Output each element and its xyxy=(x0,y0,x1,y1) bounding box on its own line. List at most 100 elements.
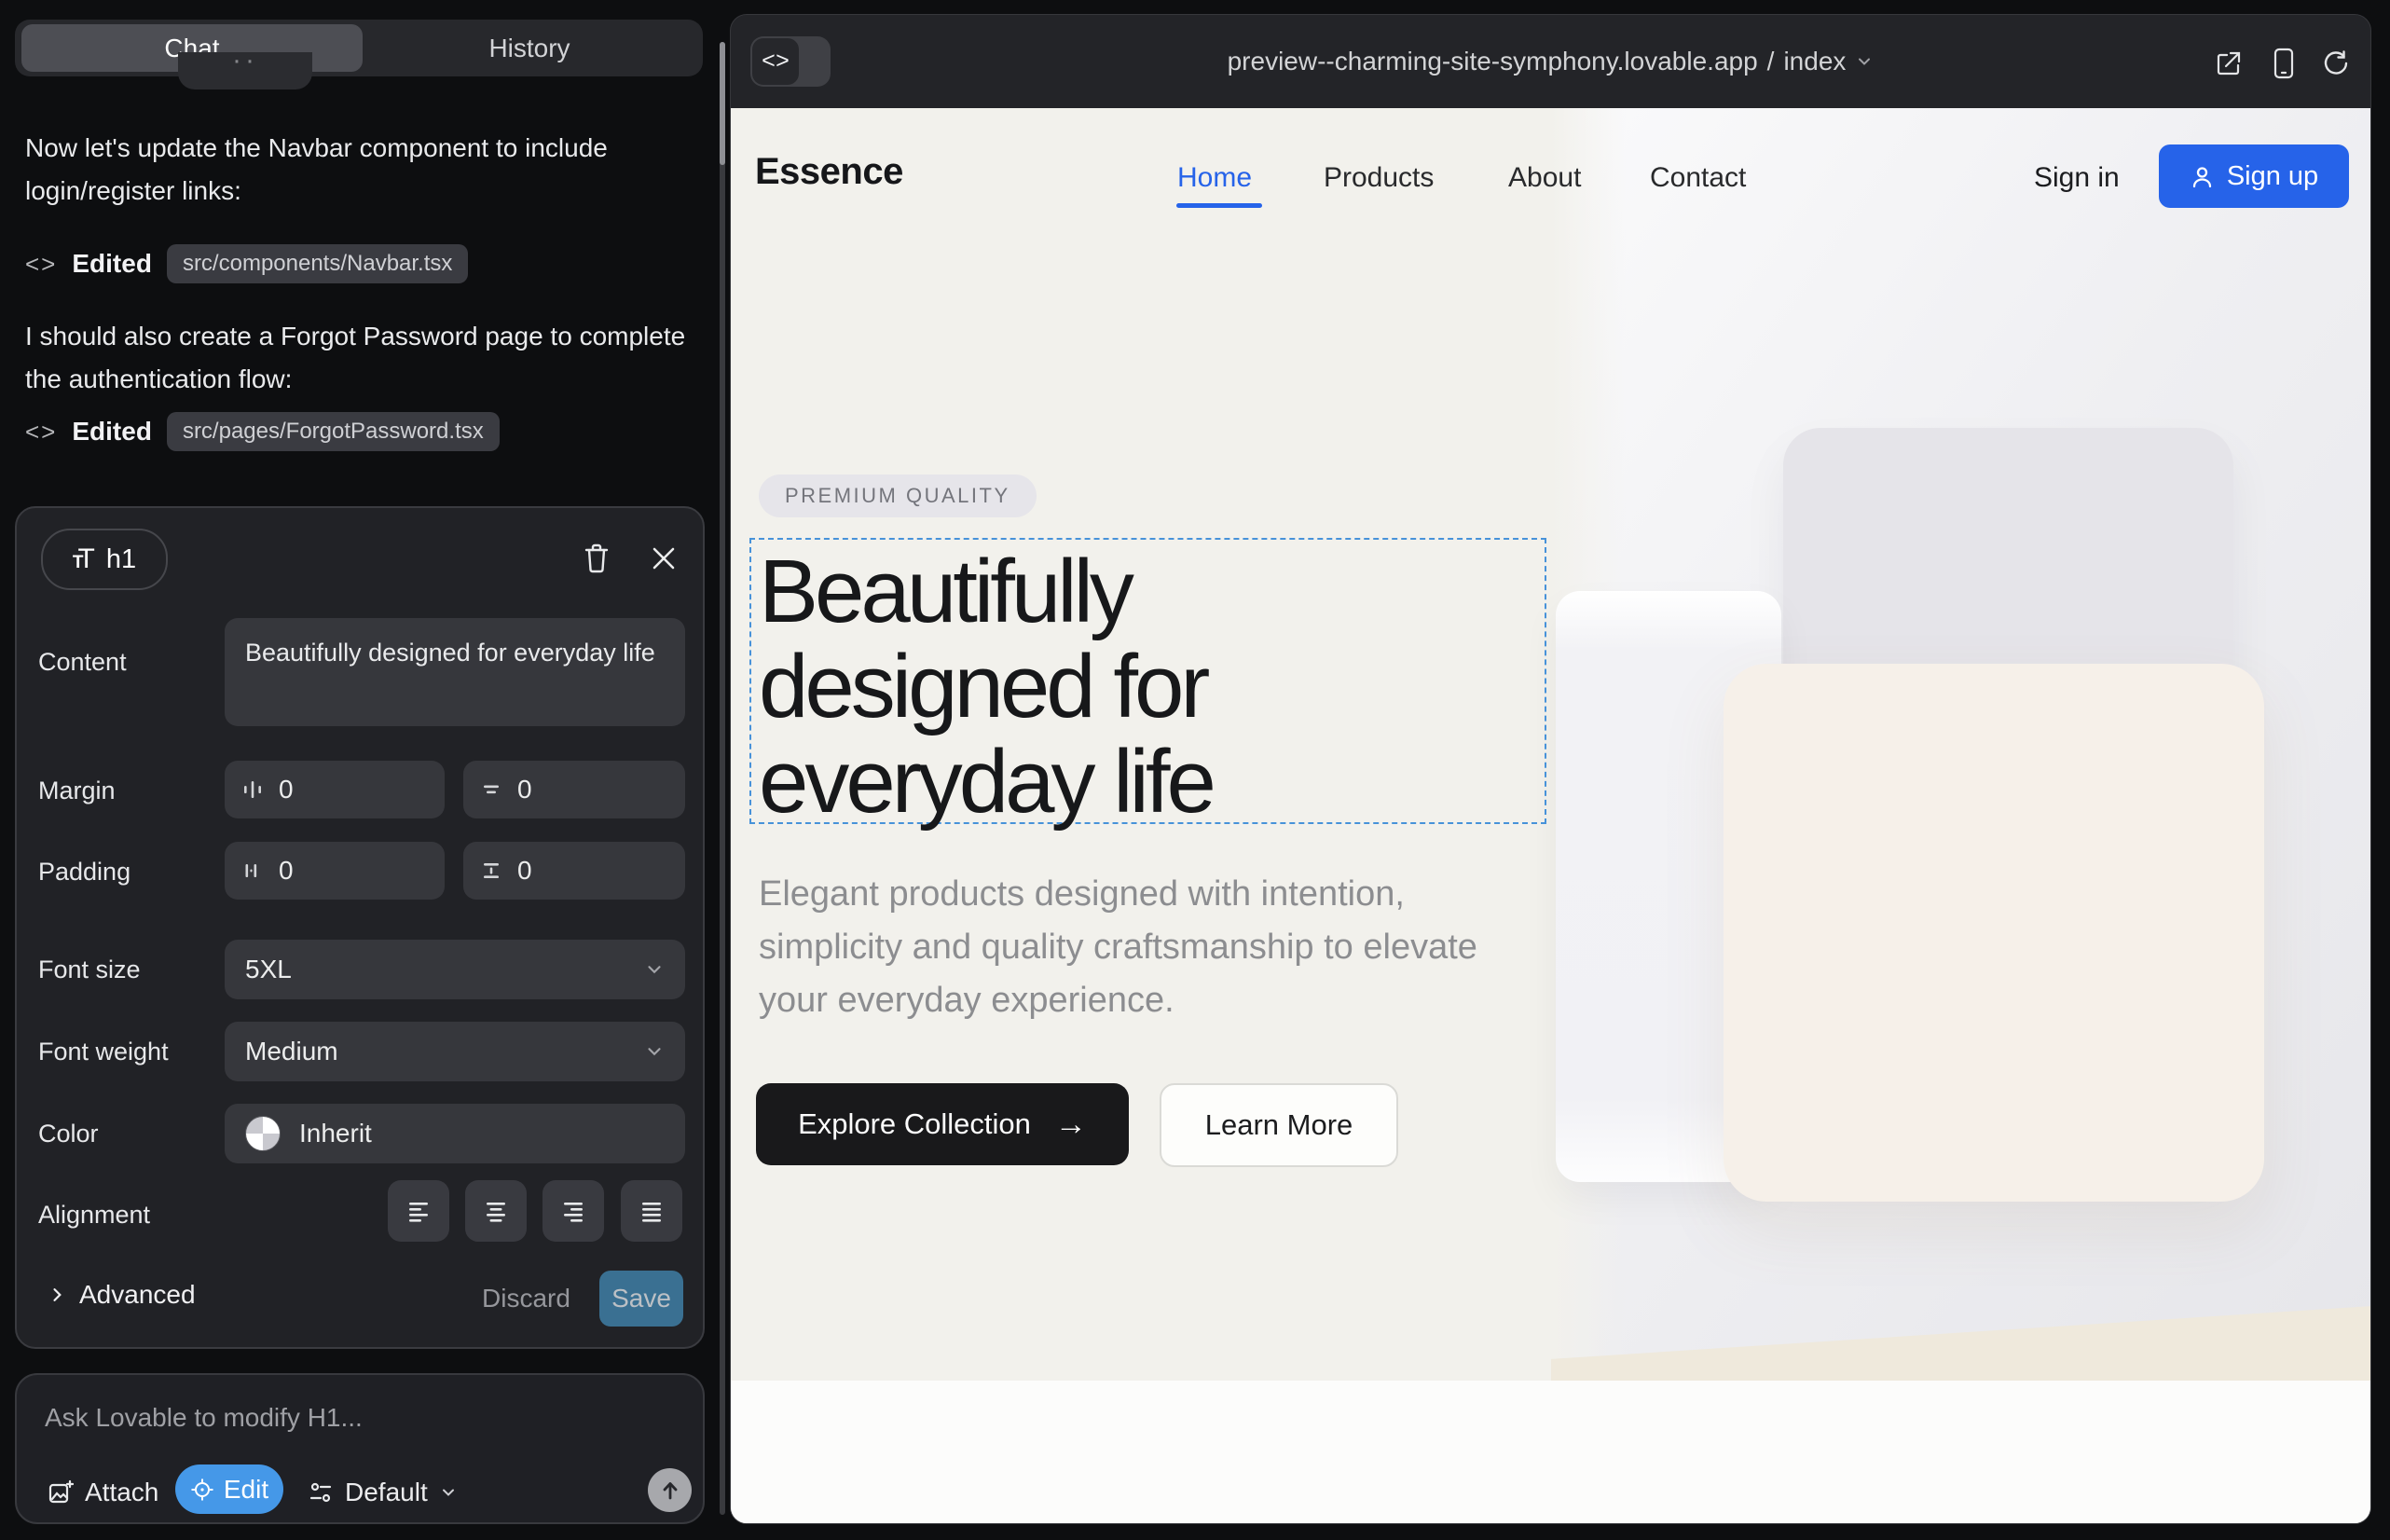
edited-label: Edited xyxy=(72,249,152,279)
file-path-chip[interactable]: src/pages/ForgotPassword.tsx xyxy=(167,412,500,451)
color-label: Color xyxy=(38,1120,99,1148)
file-path-chip[interactable]: src/components/Navbar.tsx xyxy=(167,244,468,283)
url-separator: / xyxy=(1767,47,1775,76)
font-weight-select[interactable]: Medium xyxy=(225,1022,685,1081)
user-icon xyxy=(2190,164,2215,189)
align-justify-button[interactable] xyxy=(621,1180,682,1242)
padding-vertical-icon xyxy=(480,859,502,882)
padding-x-input[interactable]: 0 xyxy=(225,842,445,900)
active-nav-underline xyxy=(1176,203,1262,208)
align-right-button[interactable] xyxy=(543,1180,604,1242)
align-center-button[interactable] xyxy=(465,1180,527,1242)
app-root: Chat History ·· Now let's update the Nav… xyxy=(0,0,2390,1540)
align-justify-icon xyxy=(638,1197,666,1225)
selected-element-pill[interactable]: TT h1 xyxy=(41,529,168,590)
margin-vertical-icon xyxy=(480,778,502,801)
align-right-icon xyxy=(559,1197,587,1225)
trash-icon xyxy=(584,543,610,573)
align-left-button[interactable] xyxy=(388,1180,449,1242)
font-size-select[interactable]: 5XL xyxy=(225,940,685,999)
content-input[interactable]: Beautifully designed for everyday life xyxy=(225,618,685,726)
arrow-right-icon: → xyxy=(1055,1107,1087,1143)
alignment-label: Alignment xyxy=(38,1201,150,1230)
mode-select[interactable]: Default xyxy=(308,1468,458,1517)
headline-line: everyday life xyxy=(759,735,1213,830)
edited-file-row: <> Edited src/pages/ForgotPassword.tsx xyxy=(25,410,500,453)
chat-scrollbar-thumb[interactable] xyxy=(720,42,725,165)
mobile-view-button[interactable] xyxy=(2269,48,2299,78)
learn-more-button[interactable]: Learn More xyxy=(1160,1083,1398,1167)
color-swatch-transparent xyxy=(245,1116,281,1151)
arrow-up-icon xyxy=(659,1479,681,1502)
advanced-toggle[interactable]: Advanced xyxy=(48,1280,196,1310)
align-left-icon xyxy=(405,1197,433,1225)
edit-mode-button[interactable]: Edit xyxy=(175,1464,283,1514)
chat-message: I should also create a Forgot Password p… xyxy=(25,315,691,401)
refresh-icon xyxy=(2322,49,2350,77)
padding-horizontal-icon xyxy=(241,859,264,882)
open-in-new-tab-button[interactable] xyxy=(2214,48,2244,78)
chevron-down-icon xyxy=(1855,52,1874,71)
chat-scrollbar-track[interactable] xyxy=(720,42,725,1515)
nav-link-products[interactable]: Products xyxy=(1324,162,1434,194)
next-section-band xyxy=(731,1381,2370,1524)
nav-link-contact[interactable]: Contact xyxy=(1650,162,1746,194)
align-center-icon xyxy=(482,1197,510,1225)
explore-collection-button[interactable]: Explore Collection → xyxy=(756,1083,1129,1165)
margin-label: Margin xyxy=(38,777,116,805)
element-editor-panel: TT h1 Content Beautifully designed for e… xyxy=(15,506,705,1349)
headline-line: designed for xyxy=(759,639,1213,735)
padding-label: Padding xyxy=(38,858,130,887)
close-editor-button[interactable] xyxy=(643,538,684,579)
tab-history[interactable]: History xyxy=(363,24,696,72)
composer-placeholder: Ask Lovable to modify H1... xyxy=(45,1403,363,1433)
save-button[interactable]: Save xyxy=(599,1271,683,1327)
url-bar[interactable]: preview--charming-site-symphony.lovable.… xyxy=(731,15,2370,108)
edited-file-row: <> Edited src/components/Navbar.tsx xyxy=(25,242,468,285)
smartphone-icon xyxy=(2273,48,2295,79)
code-icon: <> xyxy=(25,250,57,279)
code-icon: <> xyxy=(25,418,57,447)
site-logo[interactable]: Essence xyxy=(755,151,903,193)
discard-button[interactable]: Discard xyxy=(482,1284,570,1313)
text-type-icon: TT xyxy=(73,543,95,575)
page-name: index xyxy=(1783,47,1846,76)
close-icon xyxy=(652,546,676,571)
scrolled-pill-partial[interactable]: ·· xyxy=(178,52,312,89)
chevron-down-icon xyxy=(644,959,665,980)
chat-history-tabbar: Chat History xyxy=(15,20,703,76)
sign-in-link[interactable]: Sign in xyxy=(2034,162,2120,194)
margin-x-input[interactable]: 0 xyxy=(225,761,445,818)
chat-composer[interactable]: Ask Lovable to modify H1... Attach Edit xyxy=(15,1373,705,1524)
hero-subtext: Elegant products designed with intention… xyxy=(759,868,1514,1027)
chevron-right-icon xyxy=(48,1286,66,1304)
margin-horizontal-icon xyxy=(241,778,264,801)
nav-link-about[interactable]: About xyxy=(1508,162,1581,194)
sliders-icon xyxy=(308,1479,334,1506)
preview-url: preview--charming-site-symphony.lovable.… xyxy=(1228,47,1758,76)
hero-headline[interactable]: Beautifully designed for everyday life xyxy=(759,544,1213,830)
premium-badge: PREMIUM QUALITY xyxy=(759,474,1037,517)
padding-y-input[interactable]: 0 xyxy=(463,842,685,900)
target-icon xyxy=(190,1478,214,1502)
attach-button[interactable]: Attach xyxy=(48,1468,158,1517)
delete-element-button[interactable] xyxy=(576,538,617,579)
nav-link-home[interactable]: Home xyxy=(1177,162,1252,194)
decor-card-beige xyxy=(1724,664,2264,1202)
headline-line: Beautifully xyxy=(759,544,1213,639)
site-viewport: Essence Home Products About Contact Sign… xyxy=(731,108,2370,1524)
color-select[interactable]: Inherit xyxy=(225,1104,685,1163)
chevron-down-icon xyxy=(644,1041,665,1062)
chevron-down-icon xyxy=(439,1483,458,1502)
sign-up-button[interactable]: Sign up xyxy=(2159,144,2349,208)
external-link-icon xyxy=(2215,49,2243,77)
preview-panel: <> preview--charming-site-symphony.lovab… xyxy=(730,14,2371,1524)
element-tag-label: h1 xyxy=(106,544,136,575)
edited-label: Edited xyxy=(72,417,152,447)
chat-message: Now let's update the Navbar component to… xyxy=(25,127,691,213)
margin-y-input[interactable]: 0 xyxy=(463,761,685,818)
content-label: Content xyxy=(38,648,127,677)
font-weight-label: Font weight xyxy=(38,1038,169,1066)
send-button[interactable] xyxy=(648,1468,692,1512)
refresh-button[interactable] xyxy=(2321,48,2351,78)
